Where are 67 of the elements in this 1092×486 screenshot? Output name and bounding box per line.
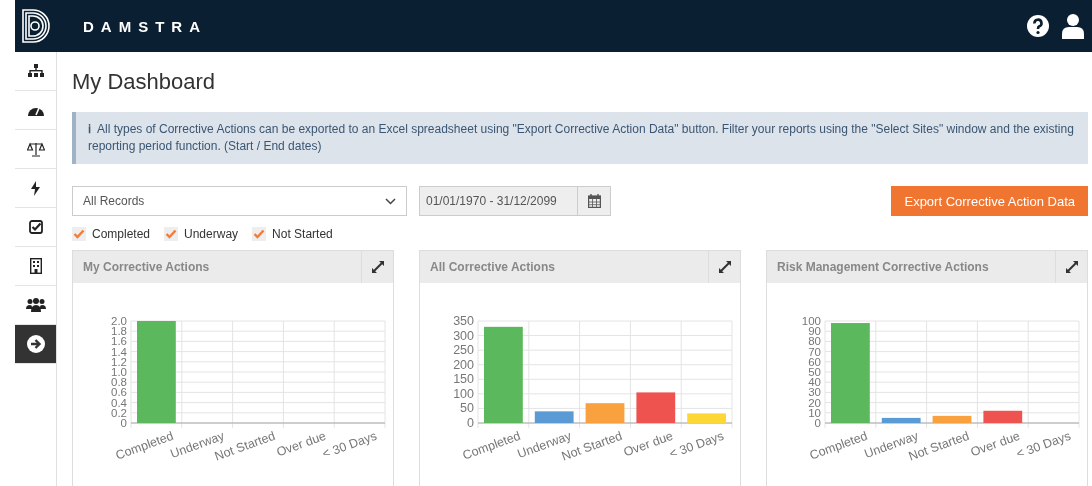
y-tick-label: 150 bbox=[453, 372, 474, 387]
y-tick-label: 10 bbox=[808, 406, 821, 419]
y-tick-label: 0 bbox=[467, 416, 474, 430]
y-tick-label: 60 bbox=[808, 355, 821, 368]
status-checkbox[interactable]: Underway bbox=[164, 227, 239, 241]
y-tick-label: 0 bbox=[814, 417, 821, 429]
scale-icon bbox=[26, 141, 45, 157]
y-tick-label: 300 bbox=[453, 328, 474, 343]
chevron-down-icon bbox=[385, 197, 396, 205]
y-tick-label: 1.2 bbox=[111, 355, 127, 368]
y-tick-label: 70 bbox=[808, 345, 821, 358]
card-title: My Corrective Actions bbox=[82, 260, 211, 274]
bar bbox=[687, 413, 726, 423]
calendar-icon bbox=[587, 194, 601, 208]
y-tick-label: 50 bbox=[460, 401, 474, 416]
building-icon bbox=[29, 258, 42, 274]
y-tick-label: 30 bbox=[808, 386, 821, 399]
y-tick-label: 0.4 bbox=[111, 396, 127, 409]
bolt-icon bbox=[31, 180, 40, 196]
y-tick-label: 0.6 bbox=[111, 386, 127, 399]
logo-icon[interactable] bbox=[21, 8, 51, 44]
y-tick-label: 350 bbox=[453, 314, 474, 328]
brand-name: DAMSTRA bbox=[83, 17, 207, 35]
y-tick-label: 1.4 bbox=[111, 345, 127, 358]
bar bbox=[983, 410, 1023, 423]
arrow-right-icon bbox=[26, 335, 45, 353]
y-tick-label: 2.0 bbox=[111, 315, 127, 327]
y-tick-label: 0.2 bbox=[111, 406, 127, 419]
status-checkbox[interactable]: Not Started bbox=[252, 227, 333, 241]
bar bbox=[534, 411, 574, 423]
info-text: ℹ All types of Corrective Actions can be exported to an Excel spreadsheet using "Export Corrective Action Data" button. Filter your reports using the "Select Sites" window and the existing reporting period function. (Start / End dates) bbox=[88, 121, 1075, 155]
records-dropdown[interactable]: All Records bbox=[72, 186, 407, 216]
checkbox[interactable] bbox=[252, 227, 267, 241]
y-tick-label: 0.8 bbox=[111, 376, 127, 389]
y-tick-label: 40 bbox=[808, 376, 821, 389]
y-tick-label: 1.6 bbox=[111, 335, 127, 348]
y-tick-label: 50 bbox=[808, 366, 821, 378]
checkbox[interactable] bbox=[164, 227, 179, 241]
card-title: All Corrective Actions bbox=[429, 260, 556, 274]
expand-icon bbox=[1065, 261, 1078, 273]
sitemap-icon bbox=[27, 64, 44, 78]
checkbox[interactable] bbox=[72, 227, 86, 241]
help-icon[interactable] bbox=[1026, 14, 1050, 38]
y-tick-label: 200 bbox=[453, 357, 474, 372]
date-range-field[interactable]: 01/01/1970 - 31/12/2099 bbox=[419, 186, 611, 216]
expand-icon bbox=[371, 261, 384, 273]
status-checkbox[interactable]: Completed bbox=[72, 227, 151, 241]
y-tick-label: 1.8 bbox=[111, 325, 127, 338]
checkbox-icon bbox=[28, 220, 43, 234]
y-tick-label: 20 bbox=[808, 396, 821, 409]
bar bbox=[585, 403, 625, 423]
bar bbox=[932, 415, 972, 423]
y-tick-label: 90 bbox=[808, 325, 821, 338]
y-tick-label: 1.0 bbox=[111, 366, 127, 378]
y-tick-label: 0 bbox=[120, 417, 127, 429]
card-title: Risk Management Corrective Actions bbox=[776, 260, 990, 274]
page-title: My Dashboard bbox=[72, 69, 217, 95]
bar bbox=[881, 417, 921, 423]
sidebar-item[interactable] bbox=[15, 325, 56, 364]
expand-icon bbox=[718, 261, 731, 273]
bar bbox=[636, 392, 676, 423]
user-icon[interactable] bbox=[1062, 13, 1084, 39]
users-icon bbox=[25, 298, 46, 312]
y-tick-label: 80 bbox=[808, 335, 821, 348]
y-tick-label: 250 bbox=[453, 343, 474, 358]
y-tick-label: 100 bbox=[801, 315, 821, 327]
y-tick-label: 100 bbox=[453, 386, 474, 401]
